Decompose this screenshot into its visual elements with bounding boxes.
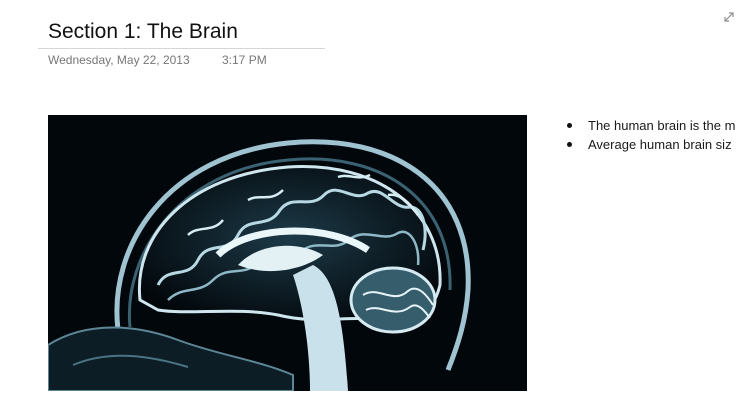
title-underline [38,48,325,49]
bullet-text: Average human brain siz [588,137,732,152]
list-item[interactable]: Average human brain siz [563,135,748,154]
bullet-text: The human brain is the m [588,118,736,133]
bullet-icon [567,142,572,147]
page-time: 3:17 PM [222,53,267,67]
expand-icon[interactable] [722,10,736,24]
page-title[interactable]: Section 1: The Brain [48,20,238,44]
list-item[interactable]: The human brain is the m [563,116,748,135]
bullet-icon [567,123,572,128]
brain-mri-image[interactable] [48,115,527,391]
notes-outline[interactable]: The human brain is the m Average human b… [563,116,748,154]
page-date: Wednesday, May 22, 2013 [48,53,190,67]
